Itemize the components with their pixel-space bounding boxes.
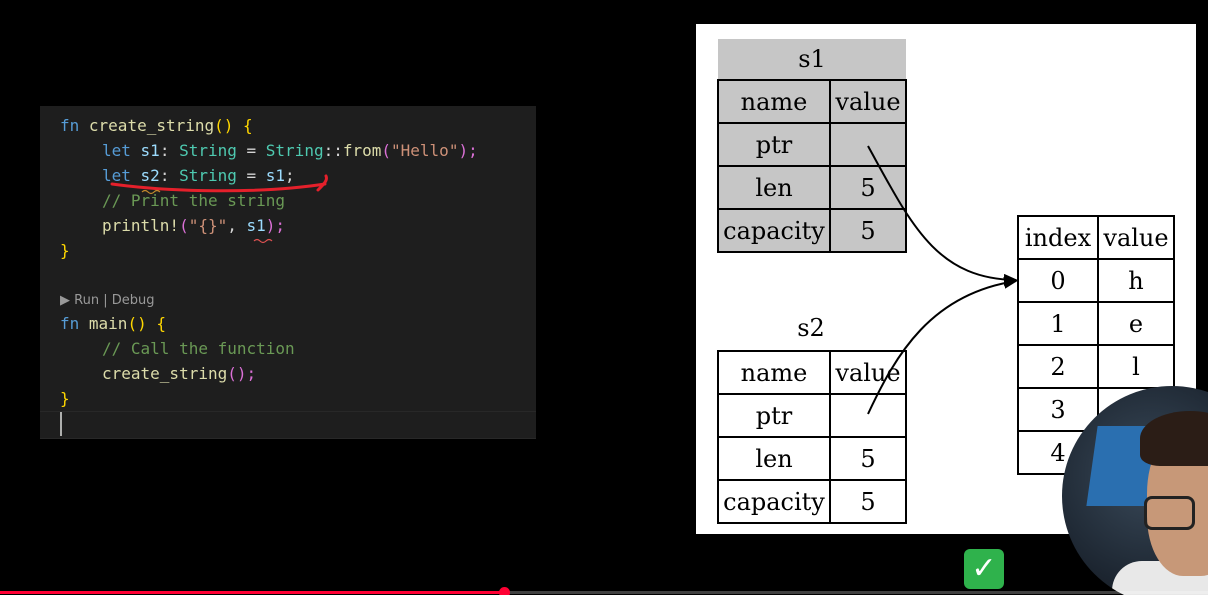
current-line-highlight bbox=[40, 411, 536, 439]
code-line-6: } bbox=[60, 241, 70, 260]
punctuation: () { bbox=[127, 314, 166, 333]
header-cell: value bbox=[829, 79, 907, 124]
punctuation: : bbox=[159, 166, 180, 185]
video-progress-fill bbox=[0, 591, 504, 594]
punctuation: (); bbox=[227, 364, 257, 383]
punctuation: ); bbox=[265, 216, 286, 235]
type-name: String bbox=[265, 141, 324, 160]
field-name-cell: ptr bbox=[717, 122, 831, 167]
punctuation: ( bbox=[381, 141, 392, 160]
video-frame: fn create_string() { let s1: String = St… bbox=[0, 0, 1208, 595]
keyword: fn bbox=[60, 116, 80, 135]
presenter-hair bbox=[1140, 411, 1208, 466]
keyword: let bbox=[102, 166, 131, 185]
header-cell: name bbox=[717, 350, 831, 395]
heap-value-cell: l bbox=[1097, 344, 1175, 389]
code-line-2: let s1: String = String::from("Hello"); bbox=[102, 139, 478, 163]
stack-table-title: s1 bbox=[718, 39, 906, 80]
field-value-cell bbox=[829, 122, 907, 167]
header-cell: value bbox=[829, 350, 907, 395]
stack-table-s1: s1 name value ptr len 5 capacity 5 bbox=[717, 39, 907, 253]
code-editor: fn create_string() { let s1: String = St… bbox=[40, 106, 536, 439]
field-value-cell: 5 bbox=[829, 208, 907, 253]
checkmark-icon: ✓ bbox=[964, 549, 1004, 589]
annotation-tick bbox=[316, 174, 328, 192]
code-line-8: fn main() { bbox=[60, 312, 166, 336]
code-line-5: println!("{}", s1); bbox=[102, 214, 285, 238]
code-line-9: // Call the function bbox=[102, 339, 295, 358]
code-line-11: } bbox=[60, 389, 70, 408]
heap-index-cell: 1 bbox=[1017, 301, 1099, 346]
string-literal: "Hello" bbox=[391, 141, 459, 160]
variable: s1 bbox=[265, 166, 286, 185]
type-name: String bbox=[179, 141, 237, 160]
text-cursor[interactable] bbox=[60, 412, 62, 436]
header-cell: name bbox=[717, 79, 831, 124]
video-progress-bar[interactable] bbox=[0, 587, 1208, 595]
punctuation: : bbox=[159, 141, 180, 160]
codelens-run-debug[interactable]: ▶ Run | Debug bbox=[60, 291, 154, 311]
field-name-cell: capacity bbox=[717, 208, 831, 253]
field-name-cell: capacity bbox=[717, 479, 831, 524]
heap-index-cell: 2 bbox=[1017, 344, 1099, 389]
header-cell: index bbox=[1017, 215, 1099, 260]
field-name-cell: len bbox=[717, 436, 831, 481]
error-squiggle bbox=[253, 238, 273, 244]
function-name: create_string bbox=[88, 116, 215, 135]
function-name: main bbox=[88, 314, 128, 333]
field-value-cell bbox=[829, 393, 907, 438]
punctuation: :: bbox=[323, 141, 343, 160]
function-call: from bbox=[342, 141, 382, 160]
field-value-cell: 5 bbox=[829, 436, 907, 481]
heap-value-cell: h bbox=[1097, 258, 1175, 303]
macro-name: println! bbox=[102, 216, 180, 235]
field-name-cell: ptr bbox=[717, 393, 831, 438]
presenter-glasses bbox=[1144, 496, 1195, 530]
field-value-cell: 5 bbox=[829, 165, 907, 210]
keyword: fn bbox=[60, 314, 80, 333]
variable: s1 bbox=[246, 216, 266, 235]
punctuation: , bbox=[227, 216, 247, 235]
code-line-10: create_string(); bbox=[102, 362, 256, 386]
stack-table-title: s2 bbox=[797, 314, 825, 342]
code-line-4: // Print the string bbox=[102, 191, 286, 210]
punctuation: ); bbox=[458, 141, 478, 160]
code-line-1: fn create_string() { bbox=[60, 114, 253, 138]
string-literal: "{}" bbox=[188, 216, 228, 235]
code-line-3: let s2: String = s1; bbox=[102, 164, 295, 188]
header-cell: value bbox=[1097, 215, 1175, 260]
punctuation: () { bbox=[214, 116, 253, 135]
heap-value-cell: e bbox=[1097, 301, 1175, 346]
heap-index-cell: 3 bbox=[1017, 387, 1099, 432]
field-name-cell: len bbox=[717, 165, 831, 210]
stack-table-s2: name value ptr len 5 capacity 5 bbox=[717, 350, 907, 524]
variable: s1 bbox=[140, 141, 160, 160]
field-value-cell: 5 bbox=[829, 479, 907, 524]
punctuation: ( bbox=[179, 216, 189, 235]
punctuation: = bbox=[236, 166, 266, 185]
heap-index-cell: 0 bbox=[1017, 258, 1099, 303]
function-call: create_string bbox=[102, 364, 228, 383]
keyword: let bbox=[102, 141, 131, 160]
video-scrubber-knob[interactable] bbox=[498, 587, 510, 595]
punctuation: = bbox=[236, 141, 266, 160]
punctuation: ; bbox=[285, 166, 295, 185]
type-name: String bbox=[179, 166, 237, 185]
variable: s2 bbox=[140, 166, 160, 185]
